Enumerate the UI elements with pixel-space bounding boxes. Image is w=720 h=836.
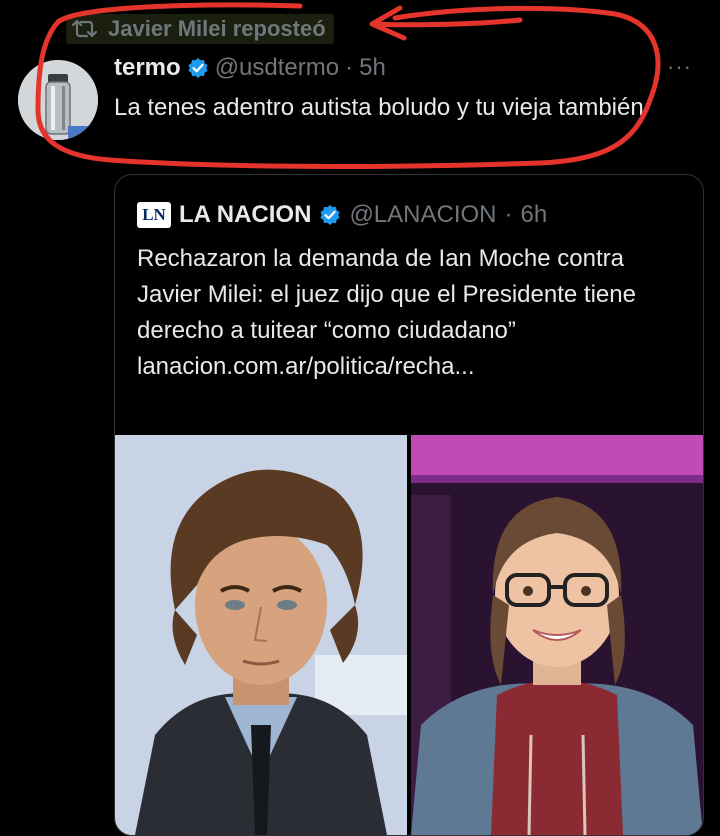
separator-dot: ·	[504, 201, 513, 228]
quoted-tweet-card[interactable]: LN LA NACION @LANACION · 6h Rechazaron l…	[114, 174, 704, 836]
repost-indicator[interactable]: Javier Milei reposteó	[66, 14, 334, 44]
quoted-author-name[interactable]: LA NACION	[179, 201, 311, 229]
media-photo-right[interactable]	[411, 435, 703, 835]
tweet-header: termo @usdtermo · 5h	[114, 54, 386, 82]
separator-dot: ·	[345, 54, 354, 81]
quoted-author-handle[interactable]: @LANACION	[349, 201, 496, 229]
quoted-tweet-media[interactable]	[115, 435, 703, 835]
quoted-tweet-timestamp[interactable]: 6h	[521, 201, 548, 229]
la-nacion-logo: LN	[137, 202, 171, 228]
verified-badge-icon	[320, 205, 341, 225]
media-photo-left[interactable]	[115, 435, 407, 835]
quoted-tweet-header: LN LA NACION @LANACION · 6h	[137, 201, 547, 229]
more-icon[interactable]: ···	[667, 54, 692, 80]
quoted-tweet-text: Rechazaron la demanda de Ian Moche contr…	[137, 245, 636, 380]
portrait-girl-image	[411, 435, 703, 835]
verified-badge-icon	[188, 58, 208, 78]
avatar[interactable]	[18, 60, 98, 140]
portrait-man-image	[115, 435, 407, 835]
tweet-timestamp[interactable]: 5h	[359, 54, 386, 82]
repost-label: Javier Milei reposteó	[108, 16, 326, 41]
tweet-text: La tenes adentro autista boludo y tu vie…	[114, 94, 644, 121]
thermos-avatar-image	[18, 60, 98, 140]
author-handle[interactable]: @usdtermo	[215, 54, 339, 82]
author-name[interactable]: termo	[114, 54, 181, 82]
repost-icon	[72, 19, 98, 38]
